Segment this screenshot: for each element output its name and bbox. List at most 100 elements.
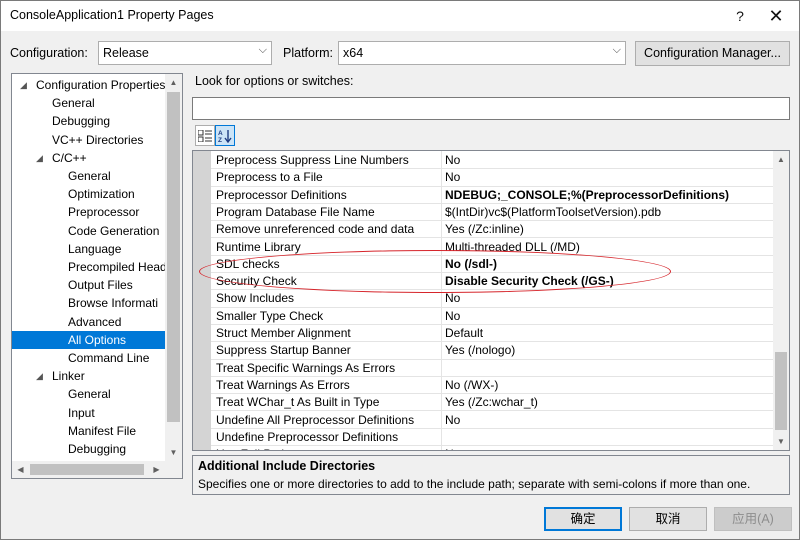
alphabetical-view-button[interactable]: A Z (215, 125, 235, 146)
property-row[interactable]: Suppress Startup Banner Yes (/nologo) (211, 342, 773, 360)
property-grid[interactable]: Preprocess Suppress Line Numbers No Prepro… (192, 150, 790, 451)
tree-item[interactable]: General (12, 385, 165, 403)
cancel-button[interactable]: 取消 (629, 507, 707, 531)
scroll-up-icon[interactable]: ▲ (773, 151, 789, 168)
property-value[interactable]: NDEBUG;_CONSOLE;%(PreprocessorDefinition… (445, 187, 729, 204)
tree-item-label: Debugging (68, 442, 127, 456)
property-row[interactable]: Treat WChar_t As Built in Type Yes (/Zc:w… (211, 394, 773, 412)
scroll-left-icon[interactable]: ◀ (12, 461, 29, 478)
property-value[interactable]: Disable Security Check (/GS-) (445, 273, 614, 290)
tree-item[interactable]: ◢ Configuration Properties (12, 76, 165, 94)
tree-item[interactable]: VC++ Directories (12, 131, 165, 149)
property-value[interactable]: No (445, 290, 460, 307)
property-row[interactable]: Preprocess Suppress Line Numbers No (211, 152, 773, 170)
tree-vertical-scrollbar[interactable]: ▲ ▼ (165, 74, 182, 461)
ok-button[interactable]: 确定 (544, 507, 622, 531)
search-input[interactable] (192, 97, 790, 120)
tree-item[interactable]: ◢ Linker (12, 367, 165, 385)
tree-item[interactable]: Optimization (12, 185, 165, 203)
close-button[interactable]: ✕ (759, 1, 793, 31)
property-row[interactable]: Use Full Paths No (211, 446, 773, 450)
property-name: Show Includes (216, 291, 295, 306)
platform-dropdown[interactable]: x64 ⌵ (338, 41, 626, 65)
tree-item[interactable]: ◢ C/C++ (12, 149, 165, 167)
expand-caret-icon[interactable]: ◢ (20, 76, 30, 94)
scroll-right-icon[interactable]: ▶ (148, 461, 165, 478)
property-name: Treat WChar_t As Built in Type (216, 395, 380, 410)
property-value[interactable]: Yes (/nologo) (445, 342, 515, 359)
property-value[interactable]: Yes (/Zc:wchar_t) (445, 394, 538, 411)
expand-caret-icon[interactable]: ◢ (36, 367, 46, 385)
scroll-thumb[interactable] (775, 352, 787, 430)
tree-item[interactable]: Command Line (12, 349, 165, 367)
tree-item[interactable]: Preprocessor (12, 203, 165, 221)
tree-item-label: Configuration Properties (36, 78, 165, 92)
property-row[interactable]: Undefine Preprocessor Definitions (211, 429, 773, 447)
help-button[interactable]: ? (723, 1, 757, 31)
apply-button[interactable]: 应用(A) (714, 507, 792, 531)
property-name: Struct Member Alignment (216, 326, 351, 340)
platform-value: x64 (343, 46, 364, 60)
property-row[interactable]: Remove unreferenced code and data Yes (/Z… (211, 221, 773, 239)
property-value[interactable]: No (/WX-) (445, 377, 498, 394)
tree-item[interactable]: All Options (12, 330, 165, 349)
tree-item[interactable]: General (12, 167, 165, 185)
tree-item-label: Manifest File (68, 423, 137, 438)
property-row[interactable]: Struct Member Alignment Default (211, 325, 773, 343)
configuration-value: Release (103, 46, 149, 60)
tree-item-label: Preprocessor (68, 205, 140, 220)
tree-item[interactable]: General (12, 94, 165, 112)
configuration-manager-button[interactable]: Configuration Manager... (635, 41, 790, 66)
property-value[interactable]: Multi-threaded DLL (/MD) (445, 239, 580, 256)
scroll-thumb[interactable] (167, 92, 180, 422)
property-row[interactable]: Undefine All Preprocessor Definitions No (211, 412, 773, 429)
property-row[interactable]: Program Database File Name $(IntDir)vc$(P… (211, 204, 773, 222)
configuration-dropdown[interactable]: Release ⌵ (98, 41, 272, 65)
tree-item[interactable]: Code Generation (12, 222, 165, 240)
property-name: SDL checks (216, 256, 280, 271)
tree-item-label: Advanced (68, 314, 122, 329)
scroll-thumb[interactable] (30, 464, 144, 475)
property-value[interactable]: No (445, 308, 460, 325)
tree-horizontal-scrollbar[interactable]: ◀ ▶ (12, 461, 182, 478)
scroll-up-icon[interactable]: ▲ (165, 74, 182, 91)
property-value[interactable]: No (/sdl-) (445, 256, 497, 273)
window-title: ConsoleApplication1 Property Pages (10, 8, 214, 22)
grid-vertical-scrollbar[interactable]: ▲ ▼ (773, 151, 789, 450)
tree-item[interactable]: Output Files (12, 276, 165, 294)
expand-caret-icon[interactable]: ◢ (36, 149, 46, 167)
property-value[interactable]: Yes (/Zc:inline) (445, 221, 524, 238)
property-row[interactable]: SDL checks No (/sdl-) (211, 256, 773, 274)
tree-item[interactable]: Advanced (12, 313, 165, 331)
property-row[interactable]: Security Check Disable Security Check (/G… (211, 273, 773, 291)
property-row[interactable]: Preprocess to a File No (211, 169, 773, 187)
tree-item[interactable]: Debugging (12, 440, 165, 458)
property-row[interactable]: Treat Warnings As Errors No (/WX-) (211, 377, 773, 395)
property-tree[interactable]: ◢ Configuration Properties General Debuggin… (11, 73, 183, 479)
property-value[interactable]: No (445, 446, 460, 450)
tree-item[interactable]: Browse Informati (12, 294, 165, 312)
tree-item[interactable]: Manifest File (12, 422, 165, 440)
scroll-down-icon[interactable]: ▼ (165, 444, 182, 461)
property-value[interactable]: $(IntDir)vc$(PlatformToolsetVersion).pdb (445, 204, 661, 221)
property-value[interactable]: No (445, 412, 460, 429)
property-name: Preprocess Suppress Line Numbers (216, 153, 409, 167)
property-row[interactable]: Smaller Type Check No (211, 308, 773, 325)
property-row[interactable]: Treat Specific Warnings As Errors (211, 360, 773, 377)
scroll-down-icon[interactable]: ▼ (773, 433, 789, 450)
tree-item[interactable]: Debugging (12, 112, 165, 130)
tree-item[interactable]: Input (12, 404, 165, 422)
property-value[interactable]: Default (445, 325, 483, 342)
property-row[interactable]: Show Includes No (211, 290, 773, 308)
property-row[interactable]: Preprocessor Definitions NDEBUG;_CONSOLE;… (211, 187, 773, 204)
property-value[interactable]: No (445, 169, 460, 186)
tree-item[interactable]: Precompiled Head (12, 258, 165, 276)
categorized-view-button[interactable] (195, 125, 215, 146)
property-value[interactable]: No (445, 152, 460, 169)
property-name: Preprocess to a File (216, 170, 323, 185)
property-name: Undefine All Preprocessor Definitions (216, 412, 415, 427)
svg-text:Z: Z (218, 137, 222, 143)
property-row[interactable]: Runtime Library Multi-threaded DLL (/MD) (211, 239, 773, 256)
tree-item[interactable]: Language (12, 240, 165, 258)
chevron-down-icon: ⌵ (258, 44, 267, 56)
